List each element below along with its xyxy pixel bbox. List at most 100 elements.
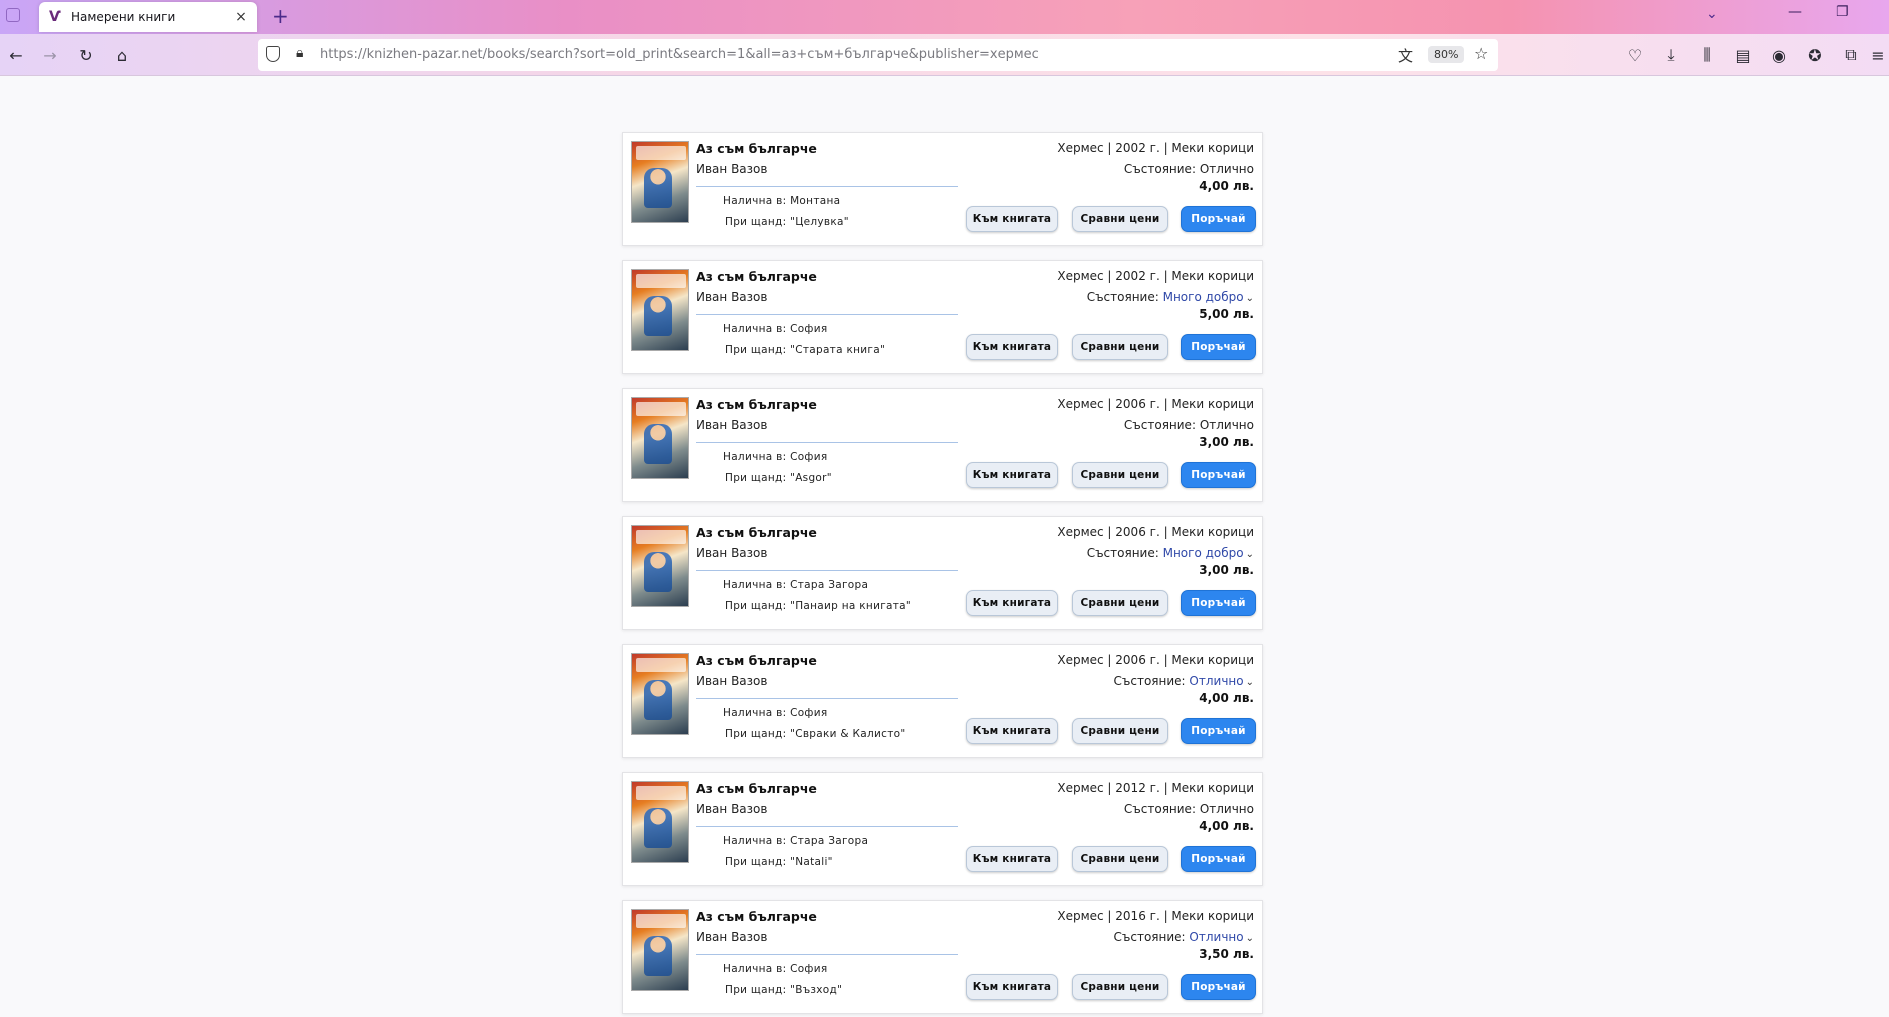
- shop-line: При щанд: "Asgor": [725, 472, 832, 484]
- book-title[interactable]: Аз съм българче: [696, 397, 817, 412]
- compare-prices-button[interactable]: Сравни цени: [1072, 846, 1168, 872]
- tracking-protection-icon[interactable]: [266, 46, 280, 62]
- shop-label: При щанд:: [725, 600, 787, 612]
- book-title[interactable]: Аз съм българче: [696, 525, 817, 540]
- book-meta: Хермес | 2002 г. | Меки корици: [1057, 141, 1254, 155]
- condition-dropdown[interactable]: Отлично: [1189, 930, 1243, 944]
- reload-icon[interactable]: ↻: [74, 43, 98, 67]
- to-book-button[interactable]: Към книгата: [966, 974, 1058, 1000]
- order-button[interactable]: Поръчай: [1181, 462, 1256, 488]
- book-price: 3,00 лв.: [1199, 435, 1254, 449]
- book-meta: Хермес | 2002 г. | Меки корици: [1057, 269, 1254, 283]
- book-cover-image[interactable]: [631, 269, 689, 351]
- divider: [696, 570, 958, 571]
- book-author: Иван Вазов: [696, 418, 768, 432]
- book-cover-image[interactable]: [631, 781, 689, 863]
- chevron-down-icon[interactable]: ⌄: [1246, 549, 1254, 560]
- lock-icon[interactable]: 🔒︎: [296, 45, 303, 61]
- location-line: Налична в: София: [723, 707, 827, 719]
- tab-active[interactable]: Ѵ Намерени книги ×: [39, 2, 257, 32]
- close-tab-icon[interactable]: ×: [233, 9, 249, 25]
- location-value: Стара Загора: [790, 579, 869, 591]
- condition-dropdown[interactable]: Много добро: [1163, 290, 1244, 304]
- shop-value: "Asgor": [790, 472, 832, 484]
- condition-label: Състояние:: [1123, 418, 1196, 432]
- chevron-down-icon[interactable]: ⌄: [1246, 933, 1254, 944]
- back-icon[interactable]: ←: [4, 43, 28, 67]
- to-book-button[interactable]: Към книгата: [966, 718, 1058, 744]
- book-price: 4,00 лв.: [1199, 819, 1254, 833]
- firefox-view-icon[interactable]: [6, 8, 20, 22]
- divider: [696, 826, 958, 827]
- bookmark-star-icon[interactable]: ☆: [1474, 44, 1488, 63]
- divider: [696, 442, 958, 443]
- order-button[interactable]: Поръчай: [1181, 206, 1256, 232]
- downloads-icon[interactable]: ⤓: [1659, 43, 1683, 67]
- library-icon[interactable]: ⫼: [1695, 43, 1719, 67]
- to-book-button[interactable]: Към книгата: [966, 590, 1058, 616]
- list-all-tabs-icon[interactable]: ⌄: [1706, 6, 1718, 22]
- condition-line: Състояние: Отлично ⌄: [1114, 930, 1254, 944]
- book-price: 4,00 лв.: [1199, 179, 1254, 193]
- url-path: /books/search?sort=old_print&search=1&al…: [482, 47, 1039, 62]
- url-bar[interactable]: 🔒︎ https://knizhen-pazar.net/books/searc…: [258, 39, 1498, 71]
- condition-dropdown[interactable]: Много добро: [1163, 546, 1244, 560]
- condition-value: Отлично: [1199, 418, 1254, 432]
- book-cover-image[interactable]: [631, 909, 689, 991]
- book-author: Иван Вазов: [696, 802, 768, 816]
- condition-dropdown[interactable]: Отлично: [1189, 674, 1243, 688]
- book-title[interactable]: Аз съм българче: [696, 909, 817, 924]
- chevron-down-icon[interactable]: ⌄: [1246, 293, 1254, 304]
- compare-prices-button[interactable]: Сравни цени: [1072, 590, 1168, 616]
- chevron-down-icon[interactable]: ⌄: [1246, 677, 1254, 688]
- order-button[interactable]: Поръчай: [1181, 974, 1256, 1000]
- condition-line: Състояние: Отлично: [1124, 418, 1254, 432]
- compare-prices-button[interactable]: Сравни цени: [1072, 974, 1168, 1000]
- extensions-icon[interactable]: ⧉: [1839, 43, 1863, 67]
- to-book-button[interactable]: Към книгата: [966, 206, 1058, 232]
- to-book-button[interactable]: Към книгата: [966, 462, 1058, 488]
- compare-prices-button[interactable]: Сравни цени: [1072, 462, 1168, 488]
- condition-value: Отлично: [1199, 802, 1254, 816]
- book-cover-image[interactable]: [631, 141, 689, 223]
- compare-prices-button[interactable]: Сравни цени: [1072, 718, 1168, 744]
- home-icon[interactable]: ⌂: [110, 43, 134, 67]
- order-button[interactable]: Поръчай: [1181, 846, 1256, 872]
- shop-label: При щанд:: [725, 856, 787, 868]
- book-title[interactable]: Аз съм българче: [696, 653, 817, 668]
- book-card: Аз съм българче Иван Вазов Налична в: Ст…: [622, 772, 1263, 886]
- compare-prices-button[interactable]: Сравни цени: [1072, 334, 1168, 360]
- condition-label: Състояние:: [1123, 162, 1196, 176]
- new-tab-button[interactable]: +: [272, 4, 289, 28]
- order-button[interactable]: Поръчай: [1181, 718, 1256, 744]
- sidebar-icon[interactable]: ▤: [1731, 43, 1755, 67]
- url-text[interactable]: https://knizhen-pazar.net/books/search?s…: [320, 47, 1039, 62]
- book-title[interactable]: Аз съм българче: [696, 141, 817, 156]
- order-button[interactable]: Поръчай: [1181, 590, 1256, 616]
- shop-value: "Панаир на книгата": [790, 600, 912, 612]
- book-cover-image[interactable]: [631, 397, 689, 479]
- book-cover-image[interactable]: [631, 653, 689, 735]
- location-label: Налична в:: [723, 451, 787, 463]
- account-icon[interactable]: ◉: [1767, 43, 1791, 67]
- translate-icon[interactable]: 文: [1398, 45, 1413, 66]
- book-author: Иван Вазов: [696, 930, 768, 944]
- location-value: София: [790, 323, 828, 335]
- shop-value: "Старата книга": [790, 344, 886, 356]
- menu-icon[interactable]: ≡: [1866, 43, 1889, 67]
- book-title[interactable]: Аз съм българче: [696, 269, 817, 284]
- condition-line: Състояние: Много добро ⌄: [1087, 290, 1254, 304]
- book-cover-image[interactable]: [631, 525, 689, 607]
- zoom-level[interactable]: 80%: [1428, 46, 1465, 63]
- restore-icon[interactable]: ❐: [1836, 4, 1849, 20]
- forward-icon[interactable]: →: [38, 43, 62, 67]
- to-book-button[interactable]: Към книгата: [966, 334, 1058, 360]
- book-title[interactable]: Аз съм българче: [696, 781, 817, 796]
- order-button[interactable]: Поръчай: [1181, 334, 1256, 360]
- shop-value: "Свраки & Калисто": [790, 728, 906, 740]
- extensions-shield-icon[interactable]: ✪: [1803, 43, 1827, 67]
- minimize-icon[interactable]: —: [1788, 4, 1802, 20]
- to-book-button[interactable]: Към книгата: [966, 846, 1058, 872]
- compare-prices-button[interactable]: Сравни цени: [1072, 206, 1168, 232]
- pocket-icon[interactable]: ♡: [1623, 43, 1647, 67]
